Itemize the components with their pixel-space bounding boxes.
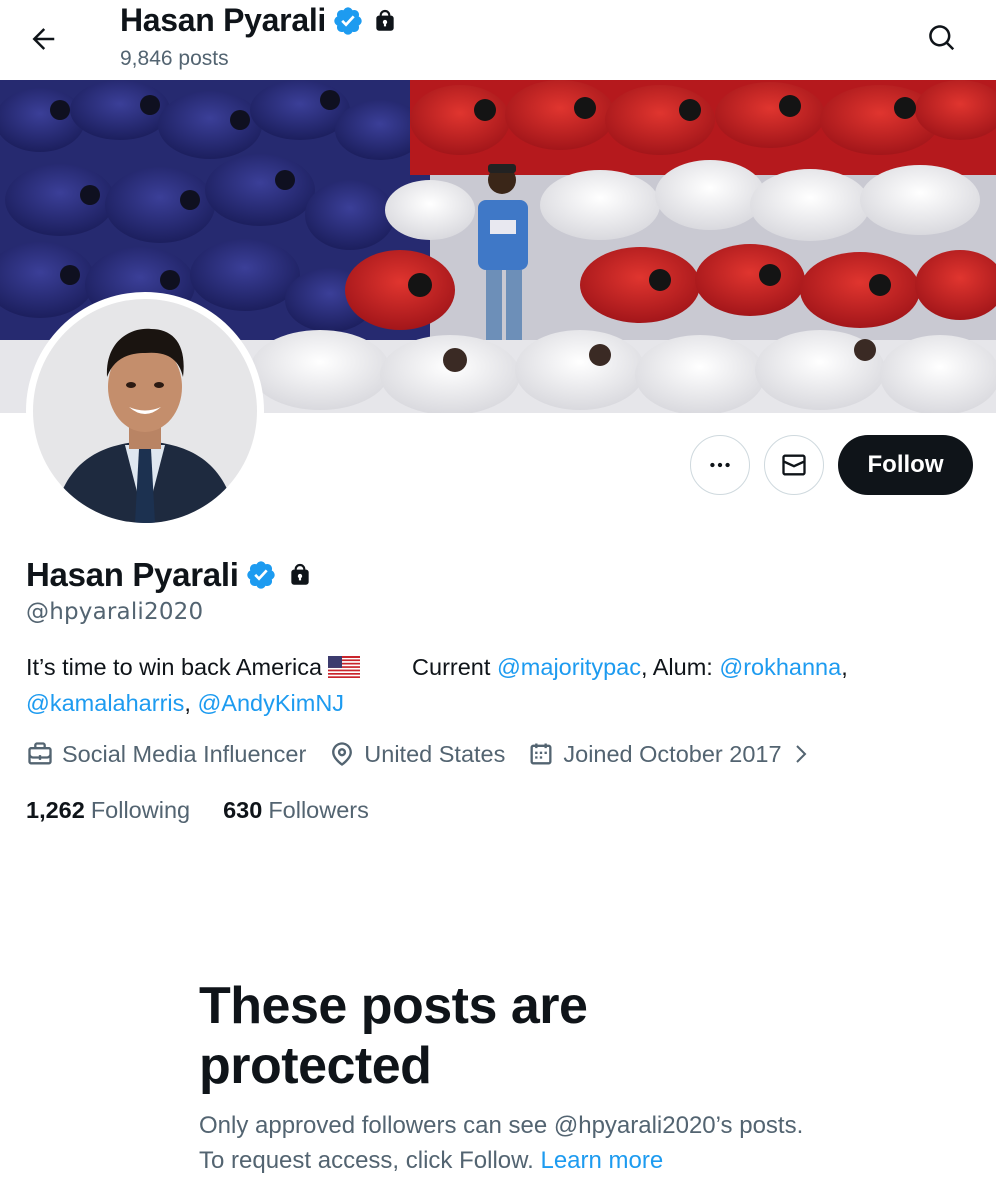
header-title-row: Hasan Pyarali — [120, 2, 398, 39]
following-count: 1,262 — [26, 797, 85, 823]
profile-name-row: Hasan Pyarali — [26, 556, 313, 594]
back-arrow-icon — [32, 28, 55, 50]
mail-icon — [782, 454, 806, 476]
profile-meta: Social Media Influencer United States Jo… — [26, 740, 834, 768]
header-posts-count: 9,846 posts — [120, 47, 229, 70]
bio-mention-link[interactable]: @AndyKimNJ — [197, 690, 344, 716]
lock-icon — [287, 562, 313, 588]
more-icon — [710, 462, 730, 468]
avatar-image — [33, 299, 257, 523]
follow-button[interactable]: Follow — [838, 435, 973, 495]
search-icon — [929, 25, 955, 51]
profile-handle: @hpyarali2020 — [26, 599, 204, 625]
verified-badge-icon — [332, 5, 364, 37]
protected-description-text: Only approved followers can see @hpyaral… — [199, 1112, 804, 1174]
back-button[interactable] — [22, 18, 64, 60]
followers-label: Followers — [268, 797, 369, 823]
profile-stats: 1,262 Following 630 Followers — [26, 797, 402, 824]
profile-name: Hasan Pyarali — [26, 556, 239, 593]
protected-description: Only approved followers can see @hpyaral… — [199, 1108, 819, 1178]
profile-joined-date[interactable]: Joined October 2017 — [527, 740, 811, 768]
top-bar: Hasan Pyarali 9,846 posts — [0, 0, 996, 80]
category-text: Social Media Influencer — [62, 740, 307, 767]
profile-category: Social Media Influencer — [26, 740, 306, 768]
profile-avatar[interactable] — [26, 292, 264, 530]
joined-text: Joined October 2017 — [563, 740, 782, 767]
verified-badge-icon[interactable] — [245, 559, 277, 591]
search-button[interactable] — [920, 16, 964, 60]
message-button[interactable] — [764, 435, 824, 495]
protected-title: These posts are protected — [199, 977, 588, 1095]
chevron-right-icon — [795, 745, 806, 763]
followers-count: 630 — [223, 797, 263, 823]
location-text: United States — [364, 740, 506, 767]
bio-text: Current — [412, 654, 491, 680]
profile-location: United States — [328, 740, 505, 768]
bio-mention-link[interactable]: @rokhanna — [719, 654, 841, 680]
followers-link[interactable]: 630 Followers — [223, 797, 369, 824]
bio-mention-link[interactable]: @kamalaharris — [26, 690, 184, 716]
bio-text: , Alum: — [640, 654, 713, 680]
briefcase-icon — [28, 742, 52, 765]
bio-text: , — [841, 654, 848, 680]
us-flag-icon — [328, 654, 361, 687]
bio-text: It’s time to win back America — [26, 654, 323, 680]
location-pin-icon — [332, 742, 353, 766]
following-label: Following — [90, 797, 191, 823]
bio-text: , — [184, 690, 191, 716]
lock-icon — [372, 8, 398, 34]
profile-bio: It’s time to win back America Current @ma… — [26, 651, 966, 720]
bio-mention-link[interactable]: @majoritypac — [497, 654, 641, 680]
more-options-button[interactable] — [690, 435, 750, 495]
calendar-icon — [530, 743, 552, 765]
following-link[interactable]: 1,262 Following — [26, 797, 190, 824]
learn-more-link[interactable]: Learn more — [540, 1147, 663, 1174]
header-name: Hasan Pyarali — [120, 2, 327, 38]
